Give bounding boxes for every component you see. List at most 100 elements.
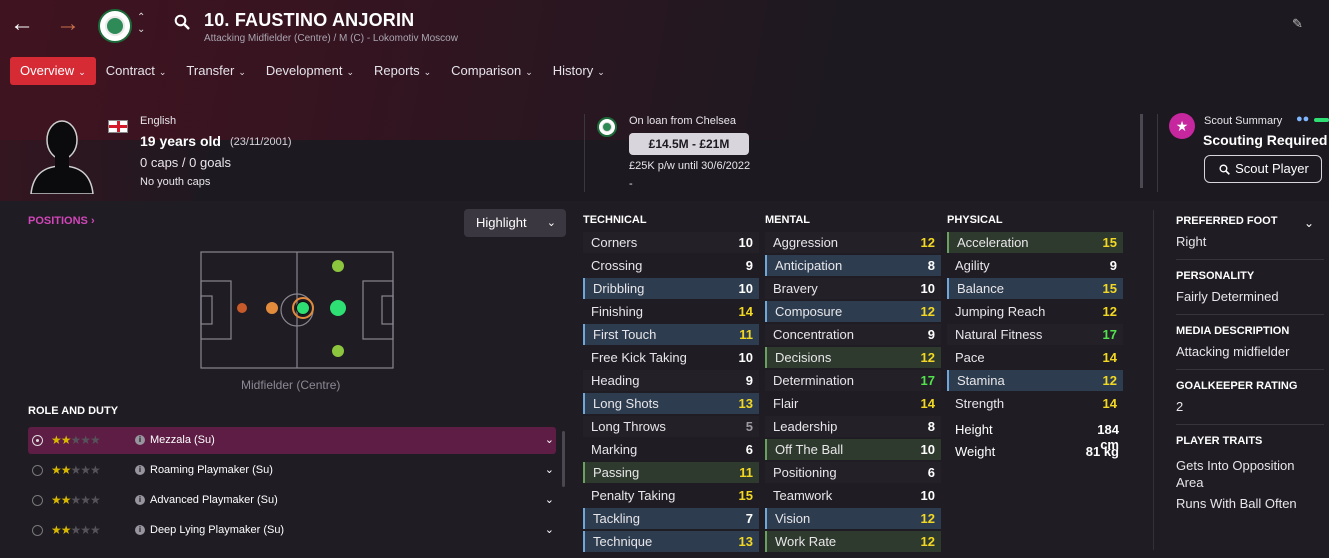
scrollbar[interactable] — [1140, 114, 1143, 188]
attribute-row-dribbling[interactable]: Dribbling 10 — [583, 278, 759, 299]
chevron-down-icon[interactable]: ⌄ — [545, 493, 554, 506]
technical-heading: TECHNICAL — [583, 214, 647, 226]
attribute-row-work-rate[interactable]: Work Rate 12 — [765, 531, 941, 552]
player-subtitle: Attacking Midfielder (Centre) / M (C) - … — [204, 33, 458, 44]
attribute-row-teamwork[interactable]: Teamwork 10 — [765, 485, 941, 506]
radio-button[interactable] — [32, 465, 43, 476]
attribute-row-decisions[interactable]: Decisions 12 — [765, 347, 941, 368]
info-icon[interactable]: i — [135, 435, 145, 445]
attribute-row-tackling[interactable]: Tackling 7 — [583, 508, 759, 529]
back-arrow-icon[interactable]: ← — [10, 12, 34, 36]
attribute-row-first-touch[interactable]: First Touch 11 — [583, 324, 759, 345]
attribute-row-flair[interactable]: Flair 14 — [765, 393, 941, 414]
media-description-value: Attacking midfielder — [1176, 344, 1290, 359]
weight-row: Weight 81 kg — [955, 444, 1119, 459]
highlight-dropdown[interactable]: Highlight ⌄ — [464, 209, 566, 237]
role-row-advanced-playmaker[interactable]: ★★★★★ i Advanced Playmaker (Su) ⌄ — [28, 487, 556, 514]
attribute-row-jumping-reach[interactable]: Jumping Reach 12 — [947, 301, 1123, 322]
attribute-row-passing[interactable]: Passing 11 — [583, 462, 759, 483]
position-label: Midfielder (Centre) — [241, 378, 341, 392]
player-header: ← → ⌃ ⌄ 10. FAUSTINO ANJORIN Attacking Mi… — [0, 0, 1329, 201]
tab-label: Comparison — [451, 63, 522, 78]
chevron-down-icon[interactable]: ⌄ — [545, 433, 554, 446]
edit-pencil-icon[interactable]: ✎ — [1292, 16, 1303, 32]
role-row-roaming-playmaker[interactable]: ★★★★★ i Roaming Playmaker (Su) ⌄ — [28, 457, 556, 484]
attribute-value: 10 — [738, 235, 753, 250]
attribute-row-acceleration[interactable]: Acceleration 15 — [947, 232, 1123, 253]
attribute-row-anticipation[interactable]: Anticipation 8 — [765, 255, 941, 276]
player-name: 10. FAUSTINO ANJORIN — [204, 10, 415, 30]
loan-from: On loan from Chelsea — [629, 115, 736, 127]
radio-button[interactable] — [32, 495, 43, 506]
role-row-mezzala[interactable]: ★★★★★ i Mezzala (Su) ⌄ — [28, 427, 556, 454]
attribute-row-concentration[interactable]: Concentration 9 — [765, 324, 941, 345]
tab-history[interactable]: History ⌄ — [543, 57, 615, 85]
physical-heading: PHYSICAL — [947, 214, 1003, 226]
radio-button[interactable] — [32, 435, 43, 446]
attribute-row-pace[interactable]: Pace 14 — [947, 347, 1123, 368]
info-icon[interactable]: i — [135, 525, 145, 535]
info-icon[interactable]: i — [135, 495, 145, 505]
forward-arrow-icon[interactable]: → — [56, 12, 80, 36]
attribute-row-technique[interactable]: Technique 13 — [583, 531, 759, 552]
parent-club-badge-icon[interactable] — [597, 117, 617, 137]
attribute-row-natural-fitness[interactable]: Natural Fitness 17 — [947, 324, 1123, 345]
attribute-row-aggression[interactable]: Aggression 12 — [765, 232, 941, 253]
attribute-row-composure[interactable]: Composure 12 — [765, 301, 941, 322]
attribute-name: Vision — [775, 511, 811, 526]
attribute-row-stamina[interactable]: Stamina 12 — [947, 370, 1123, 391]
attribute-name: Crossing — [591, 258, 643, 273]
attribute-row-free-kick-taking[interactable]: Free Kick Taking 10 — [583, 347, 759, 368]
role-row-deep-lying-playmaker[interactable]: ★★★★★ i Deep Lying Playmaker (Su) ⌄ — [28, 517, 556, 544]
chevron-down-icon[interactable]: ⌄ — [545, 463, 554, 476]
attribute-row-marking[interactable]: Marking 6 — [583, 439, 759, 460]
attribute-row-off-the-ball[interactable]: Off The Ball 10 — [765, 439, 941, 460]
attribute-row-finishing[interactable]: Finishing 14 — [583, 301, 759, 322]
attribute-row-long-shots[interactable]: Long Shots 13 — [583, 393, 759, 414]
tab-overview[interactable]: Overview ⌄ — [10, 57, 96, 85]
attribute-row-strength[interactable]: Strength 14 — [947, 393, 1123, 414]
transfer-value-badge[interactable]: £14.5M - £21M — [629, 133, 749, 155]
attribute-row-determination[interactable]: Determination 17 — [765, 370, 941, 391]
positions-link[interactable]: POSITIONS › — [28, 215, 95, 227]
attribute-row-long-throws[interactable]: Long Throws 5 — [583, 416, 759, 437]
attribute-name: Passing — [593, 465, 640, 480]
attribute-row-balance[interactable]: Balance 15 — [947, 278, 1123, 299]
goalkeeper-rating-value: 2 — [1176, 399, 1184, 414]
tab-development[interactable]: Development ⌄ — [256, 57, 364, 85]
attribute-name: Teamwork — [773, 488, 833, 503]
attribute-row-positioning[interactable]: Positioning 6 — [765, 462, 941, 483]
scout-player-label: Scout Player — [1235, 161, 1309, 176]
search-icon[interactable] — [174, 14, 190, 30]
weight-value: 81 kg — [1085, 444, 1119, 459]
attribute-row-corners[interactable]: Corners 10 — [583, 232, 759, 253]
attribute-row-penalty-taking[interactable]: Penalty Taking 15 — [583, 485, 759, 506]
player-switch-arrows-icon[interactable]: ⌃ ⌄ — [137, 12, 145, 36]
radio-button[interactable] — [32, 525, 43, 536]
attribute-row-vision[interactable]: Vision 12 — [765, 508, 941, 529]
mental-heading: MENTAL — [765, 214, 811, 226]
chevron-down-icon[interactable]: ⌄ — [545, 523, 554, 536]
roles-scrollbar[interactable] — [562, 431, 565, 487]
attribute-value: 6 — [745, 442, 753, 457]
attribute-row-bravery[interactable]: Bravery 10 — [765, 278, 941, 299]
chevron-down-icon[interactable]: ⌄ — [1304, 216, 1314, 230]
date-of-birth: (23/11/2001) — [230, 136, 292, 148]
tab-transfer[interactable]: Transfer ⌄ — [176, 57, 255, 85]
tab-comparison[interactable]: Comparison ⌄ — [441, 57, 543, 85]
club-badge-icon[interactable] — [98, 9, 132, 43]
separator — [1176, 424, 1324, 425]
chevron-down-icon: ⌄ — [158, 67, 167, 77]
tab-contract[interactable]: Contract ⌄ — [96, 57, 177, 85]
attribute-value: 6 — [927, 465, 935, 480]
attribute-row-heading[interactable]: Heading 9 — [583, 370, 759, 391]
player-silhouette-avatar[interactable] — [27, 112, 97, 194]
tab-reports[interactable]: Reports ⌄ — [364, 57, 441, 85]
attribute-value: 12 — [920, 350, 935, 365]
attribute-row-leadership[interactable]: Leadership 8 — [765, 416, 941, 437]
attribute-name: Aggression — [773, 235, 839, 250]
attribute-row-crossing[interactable]: Crossing 9 — [583, 255, 759, 276]
scout-player-button[interactable]: Scout Player — [1204, 155, 1322, 183]
attribute-row-agility[interactable]: Agility 9 — [947, 255, 1123, 276]
info-icon[interactable]: i — [135, 465, 145, 475]
